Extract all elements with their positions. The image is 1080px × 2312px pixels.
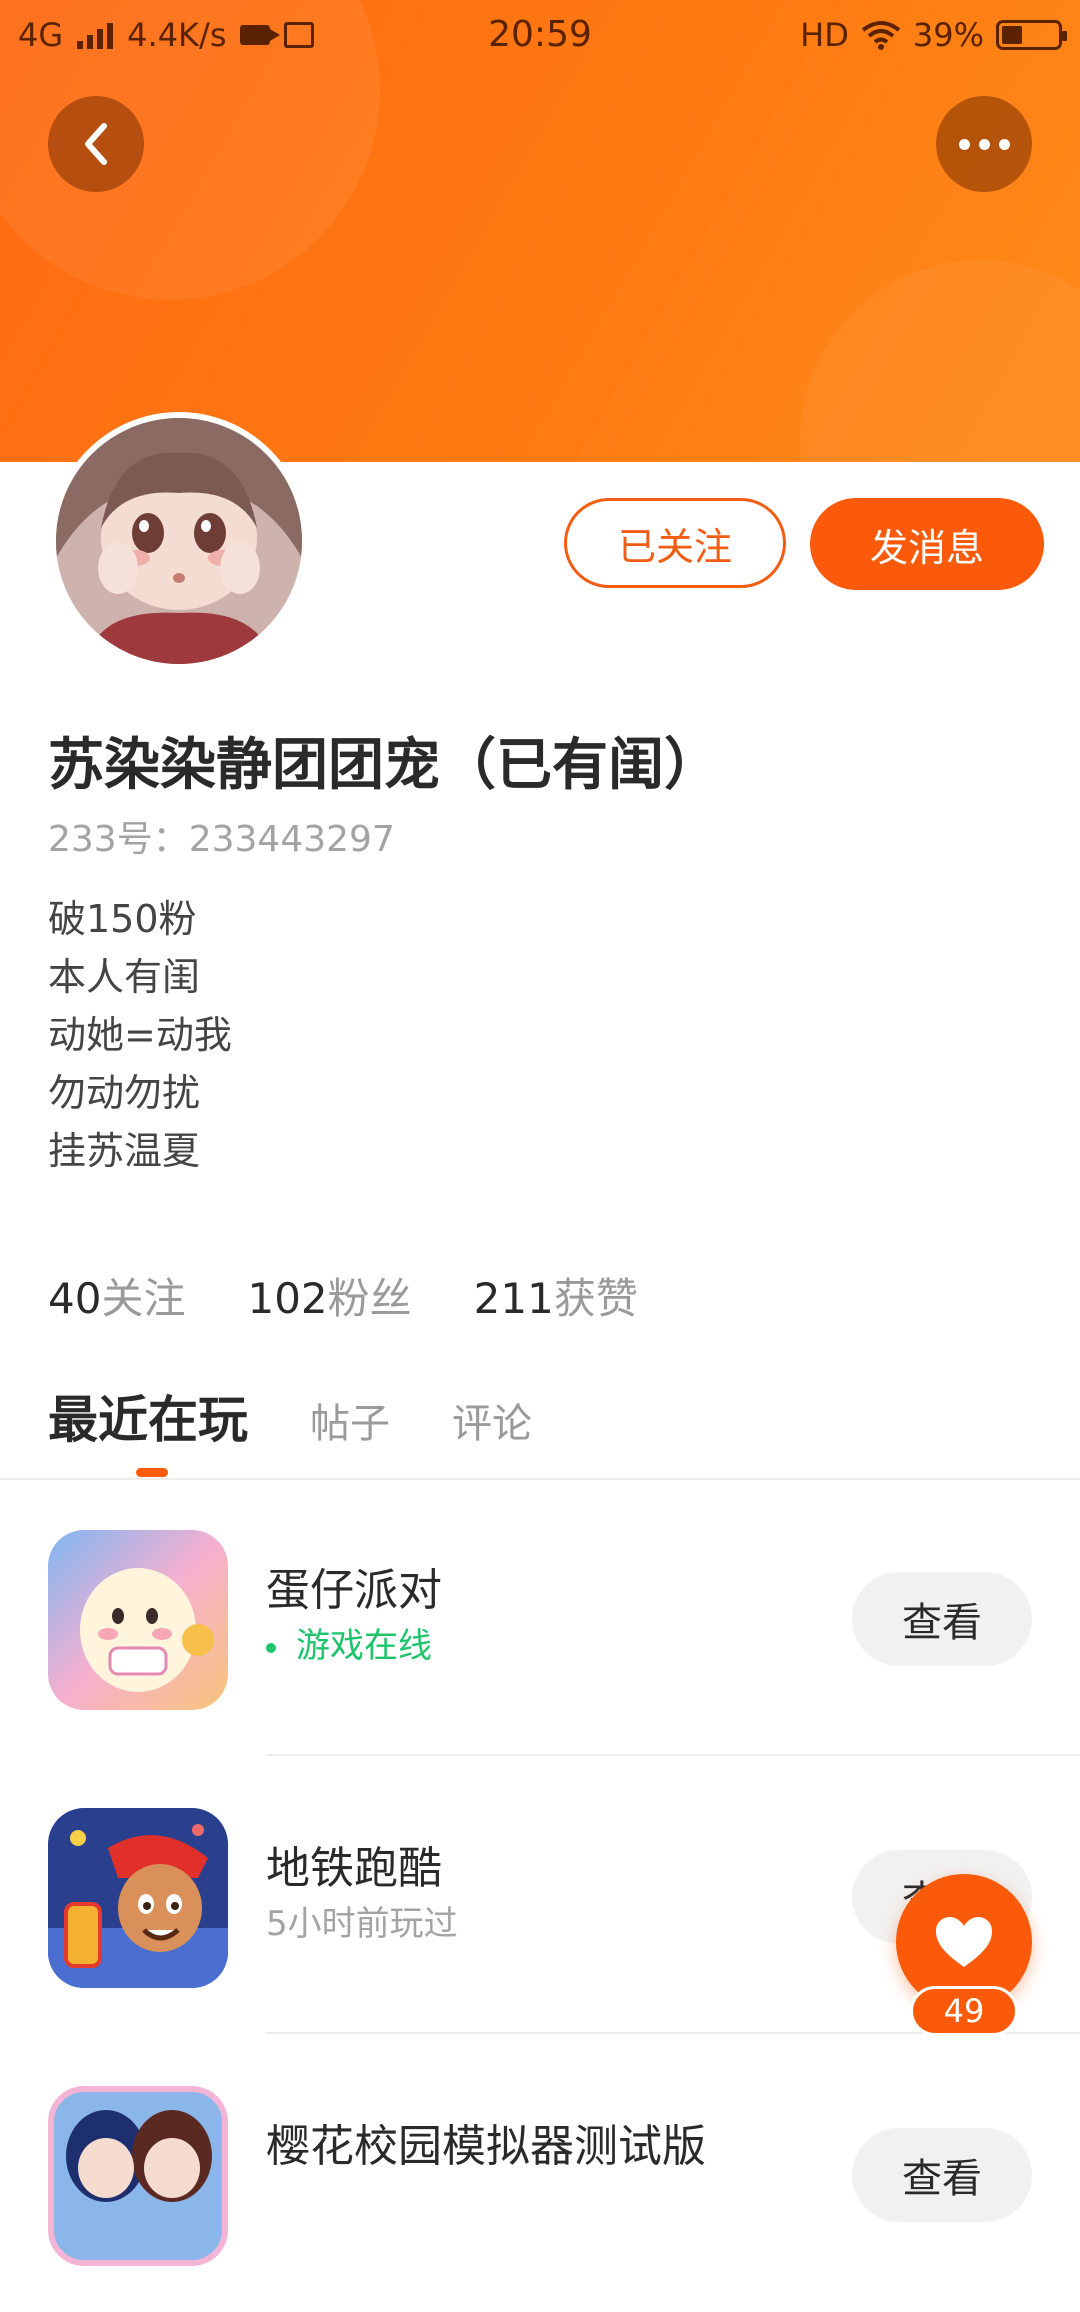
back-button[interactable] xyxy=(48,96,144,192)
send-message-button[interactable]: 发消息 xyxy=(810,498,1044,590)
stat-likes[interactable]: 211获赞 xyxy=(474,1265,638,1326)
bio-line: 挂苏温夏 xyxy=(48,1129,201,1173)
battery-percent: 39% xyxy=(912,16,984,54)
view-button[interactable]: 查看 xyxy=(852,2128,1032,2222)
game-status: 游戏在线 xyxy=(266,1618,432,1667)
profile-stats: 40关注 102粉丝 211获赞 xyxy=(48,1265,638,1326)
stat-number: 40 xyxy=(48,1274,102,1323)
active-tab-indicator xyxy=(136,1468,168,1477)
game-row[interactable]: 蛋仔派对 游戏在线 查看 xyxy=(0,1480,1080,1756)
game-icon-eggy-party xyxy=(48,1530,228,1710)
stat-label: 获赞 xyxy=(553,1274,638,1323)
bio-line: 动她=动我 xyxy=(48,1013,232,1057)
divider xyxy=(266,1754,1080,1756)
avatar[interactable] xyxy=(50,412,308,670)
user-bio: 破150粉 本人有闺 动她=动我 勿动勿扰 挂苏温夏 xyxy=(48,890,232,1180)
battery-icon xyxy=(996,20,1067,50)
wifi-icon xyxy=(861,21,901,50)
stat-number: 102 xyxy=(247,1274,328,1323)
game-icon-subway-surfers xyxy=(48,1808,228,1988)
game-name: 樱花校园模拟器测试版 xyxy=(266,2121,706,2172)
header-decoration xyxy=(800,260,1080,462)
more-button[interactable] xyxy=(936,96,1032,192)
bio-line: 破150粉 xyxy=(48,897,197,941)
bio-line: 勿动勿扰 xyxy=(48,1071,201,1115)
like-count: 49 xyxy=(910,1986,1018,2036)
profile-tabs: 最近在玩 帖子 评论 xyxy=(48,1380,532,1452)
stat-number: 211 xyxy=(473,1274,554,1323)
stat-followers[interactable]: 102粉丝 xyxy=(247,1265,411,1326)
view-button[interactable]: 查看 xyxy=(852,1572,1032,1666)
followed-button[interactable]: 已关注 xyxy=(564,498,786,588)
tab-comments[interactable]: 评论 xyxy=(452,1391,532,1449)
stat-following[interactable]: 40关注 xyxy=(48,1265,185,1326)
tab-recently-played[interactable]: 最近在玩 xyxy=(48,1380,248,1452)
game-icon-sakura-school xyxy=(48,2086,228,2266)
game-name: 蛋仔派对 xyxy=(266,1565,442,1616)
stat-label: 粉丝 xyxy=(327,1274,412,1323)
bio-line: 本人有闺 xyxy=(48,955,201,999)
more-dots-icon xyxy=(958,138,1010,150)
game-status: 5小时前玩过 xyxy=(266,1904,458,1944)
chevron-left-icon xyxy=(85,123,107,165)
stat-label: 关注 xyxy=(101,1274,186,1323)
profile-header: 4G 4.4K/s 20:59 HD 39% xyxy=(0,0,1080,462)
status-bar: 4G 4.4K/s 20:59 HD 39% xyxy=(0,0,1080,74)
hd-indicator: HD xyxy=(800,16,849,54)
user-name: 苏染染静团团宠（已有闺） xyxy=(48,733,720,798)
user-id: 233号：233443297 xyxy=(48,819,395,860)
avatar-image xyxy=(56,418,302,664)
online-dot-icon xyxy=(266,1642,276,1653)
game-status-text: 游戏在线 xyxy=(296,1626,432,1666)
heart-icon xyxy=(936,1917,992,1967)
game-name: 地铁跑酷 xyxy=(266,1843,442,1894)
tab-posts[interactable]: 帖子 xyxy=(310,1391,390,1449)
game-row[interactable]: 樱花校园模拟器测试版 查看 xyxy=(0,2036,1080,2312)
